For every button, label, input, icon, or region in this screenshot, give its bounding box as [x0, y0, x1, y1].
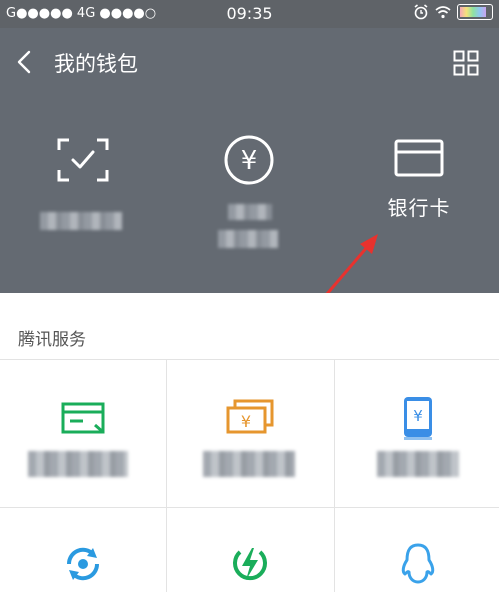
- cash-notes-icon: ¥: [226, 399, 273, 434]
- svg-text:¥: ¥: [241, 146, 258, 176]
- grid-menu-icon[interactable]: [453, 50, 479, 76]
- svg-text:¥: ¥: [413, 407, 423, 425]
- phone-recharge-icon: ¥: [403, 397, 432, 440]
- yuan-coin-icon: ¥: [224, 135, 274, 185]
- blurred-label: [203, 451, 295, 477]
- svg-text:¥: ¥: [240, 412, 250, 431]
- service-tile[interactable]: ¥: [167, 359, 332, 507]
- service-tile[interactable]: ¥: [335, 359, 499, 507]
- service-tile[interactable]: [335, 508, 499, 592]
- section-title: 腾讯服务: [18, 330, 86, 350]
- hero-label: 银行卡: [387, 196, 451, 220]
- chevron-left-icon[interactable]: [14, 50, 34, 74]
- blurred-label: [218, 230, 278, 248]
- blurred-label: [228, 204, 272, 220]
- service-tile[interactable]: [0, 359, 165, 507]
- hero-item-receive[interactable]: [0, 138, 166, 230]
- service-tile[interactable]: [0, 508, 165, 592]
- status-bar: G●●●●● 4G ●●●●○ 09:35: [0, 0, 499, 28]
- scan-check-icon: [57, 138, 109, 182]
- blurred-label: [28, 451, 128, 477]
- page-title: 我的钱包: [54, 52, 138, 76]
- hero-item-bank-card[interactable]: 银行卡: [336, 138, 499, 221]
- bank-card-icon: [394, 139, 444, 177]
- status-icons: [413, 4, 493, 20]
- refresh-bill-icon: [66, 547, 99, 581]
- card-payment-icon: [61, 402, 104, 434]
- alarm-clock-icon: [414, 4, 428, 20]
- blurred-label: [377, 451, 459, 477]
- qq-penguin-icon: [401, 543, 434, 584]
- hero-item-balance[interactable]: ¥: [166, 135, 332, 248]
- tencent-services-section: 腾讯服务 ¥ ¥: [0, 293, 499, 592]
- wallet-header: 我的钱包 ¥ 银行卡: [0, 28, 499, 293]
- service-tile[interactable]: [167, 508, 332, 592]
- battery-icon: [457, 4, 493, 20]
- blurred-label: [40, 212, 122, 230]
- bolt-icon: [232, 548, 267, 581]
- wifi-icon: [435, 6, 451, 19]
